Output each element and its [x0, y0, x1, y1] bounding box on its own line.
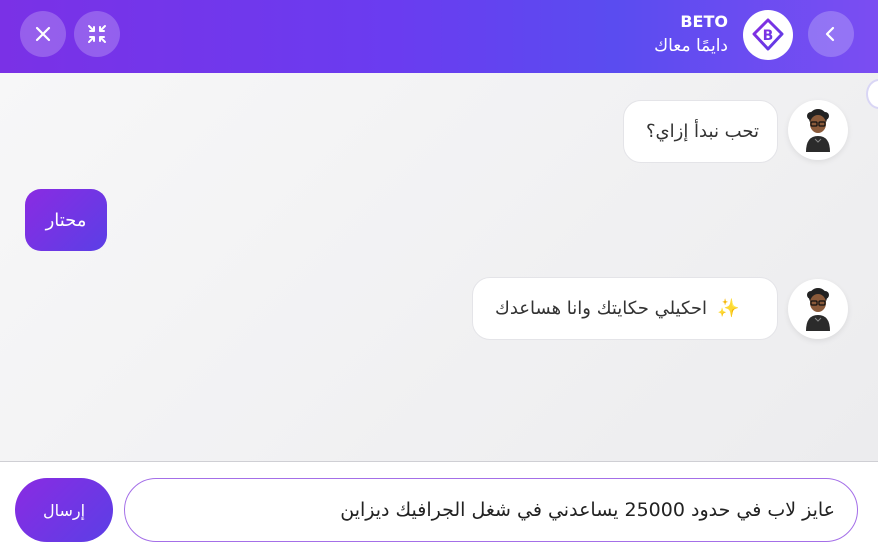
close-icon	[35, 26, 51, 42]
message-input[interactable]	[125, 479, 857, 541]
brand-name: BETO	[680, 12, 728, 31]
sparkles-icon: ✨	[717, 298, 740, 319]
user-message: محتار	[25, 189, 107, 251]
bot-message: ✨ احكيلي حكايتك وانا هساعدك	[472, 277, 778, 340]
bot-avatar-icon	[806, 109, 830, 152]
chevron-left-icon	[825, 26, 835, 42]
bot-avatar-icon	[806, 288, 830, 331]
chat-header: BETO دايمًا معاك B	[0, 0, 878, 73]
message-text: محتار	[45, 209, 87, 231]
chat-messages[interactable]: تحب نبدأ إزاي؟ محتار ✨ احكيلي حكايتك وان…	[0, 73, 878, 461]
scroll-handle[interactable]	[866, 79, 878, 109]
bot-avatar	[788, 279, 848, 339]
beto-logo-icon: B	[752, 18, 784, 51]
brand-tagline: دايمًا معاك	[654, 36, 728, 56]
minimize-button[interactable]	[74, 11, 120, 57]
message-text: احكيلي حكايتك وانا هساعدك	[495, 298, 708, 319]
bot-message: تحب نبدأ إزاي؟	[623, 100, 778, 163]
message-text: تحب نبدأ إزاي؟	[646, 121, 759, 142]
brand-logo: B	[743, 10, 793, 60]
close-button[interactable]	[20, 11, 66, 57]
message-input-wrapper	[124, 478, 858, 542]
message-composer: إرسال	[0, 461, 878, 557]
bot-avatar	[788, 100, 848, 160]
send-button[interactable]: إرسال	[15, 478, 113, 542]
back-button[interactable]	[808, 11, 854, 57]
minimize-icon	[88, 25, 106, 43]
svg-text:B: B	[763, 28, 774, 44]
